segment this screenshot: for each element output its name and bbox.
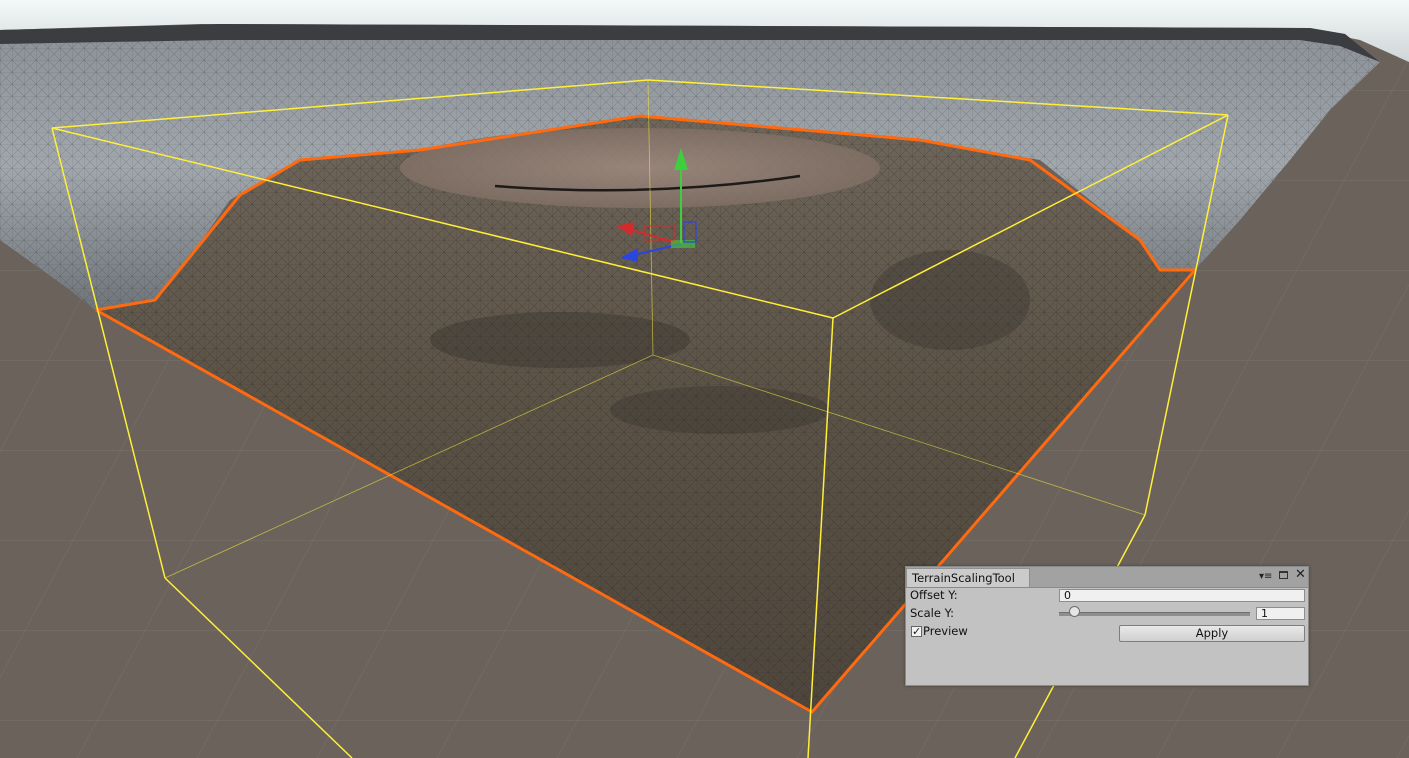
terrain-scaling-tool-window: TerrainScalingTool ▾≡ ✕ Offset Y: 0 Scal… xyxy=(905,566,1309,686)
plane-handle[interactable] xyxy=(671,240,695,248)
window-menu-icon[interactable]: ▾≡ xyxy=(1259,570,1272,584)
terrain-shadow-3 xyxy=(870,250,1030,350)
apply-button[interactable]: Apply xyxy=(1119,625,1305,642)
preview-checkbox[interactable]: ✓ xyxy=(911,626,922,637)
maximize-icon[interactable] xyxy=(1279,571,1288,579)
window-titlebar[interactable]: TerrainScalingTool ▾≡ ✕ xyxy=(906,567,1308,588)
terrain-shadow-1 xyxy=(430,312,690,368)
terrain-plateau xyxy=(400,128,880,208)
window-tab[interactable]: TerrainScalingTool xyxy=(906,568,1030,587)
checkmark-icon: ✓ xyxy=(912,625,922,638)
scale-y-slider[interactable] xyxy=(1059,612,1250,616)
close-icon[interactable]: ✕ xyxy=(1295,568,1306,582)
scale-y-label: Scale Y: xyxy=(910,606,954,620)
offset-y-field[interactable]: 0 xyxy=(1059,589,1305,602)
scale-y-slider-thumb[interactable] xyxy=(1068,606,1080,617)
terrain-shadow-2 xyxy=(610,386,830,434)
preview-label[interactable]: Preview xyxy=(923,624,968,638)
scale-y-field[interactable]: 1 xyxy=(1256,607,1305,620)
offset-y-label: Offset Y: xyxy=(910,588,958,602)
